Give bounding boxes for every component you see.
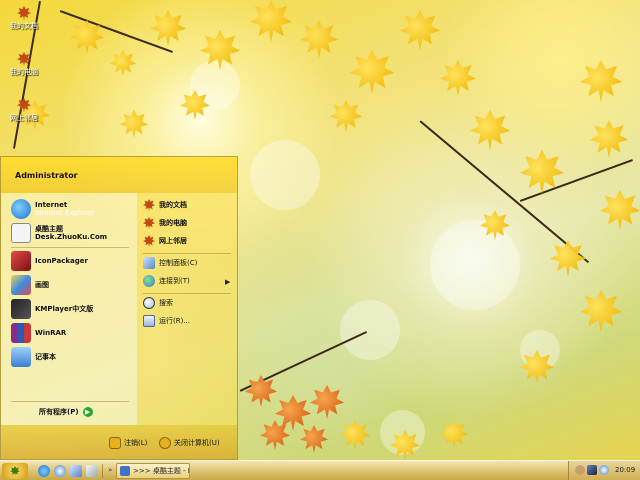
taskbar-separator	[102, 464, 103, 478]
connect-to-chevron-icon: ▶	[225, 278, 231, 286]
start-menu-programs-pane: Internet Internet Explorer 桌酷主题 Desk.Zhu…	[1, 193, 137, 425]
tool-search[interactable]: 搜索	[143, 297, 173, 309]
pinned-divider	[11, 247, 129, 248]
start-menu-footer: 注销(L) 关闭计算机(U)	[1, 425, 237, 459]
tray-network-icon[interactable]	[587, 465, 597, 475]
system-connect-to[interactable]: 连接到(T)	[143, 275, 190, 287]
place-network-places[interactable]: 网上邻居	[143, 235, 187, 247]
tray-volume-icon[interactable]	[599, 465, 609, 475]
pinned-internet[interactable]: Internet Internet Explorer	[11, 199, 94, 219]
control-panel-icon	[143, 257, 155, 269]
system-tray: 20:09	[568, 461, 640, 480]
quicklaunch-chevron[interactable]: »	[108, 466, 112, 474]
recent-paint[interactable]: 画图	[11, 275, 49, 295]
arrow-right-icon: ▶	[82, 407, 93, 417]
start-leaf-icon	[10, 466, 20, 476]
search-icon	[143, 297, 155, 309]
desktop-icon-my-computer[interactable]: 我的电脑	[4, 52, 44, 77]
recent-kmplayer[interactable]: KMPlayer中文版	[11, 299, 93, 319]
all-programs-button[interactable]: 所有程序(P) ▶	[39, 407, 93, 417]
start-menu: Administrator Internet Internet Explorer…	[0, 156, 238, 460]
my-documents-icon	[143, 199, 155, 211]
desktop-icon-my-documents[interactable]: 我的文档	[4, 6, 44, 31]
window-icon	[120, 466, 130, 476]
paint-icon	[11, 275, 31, 295]
network-places-icon	[143, 235, 155, 247]
network-places-icon	[17, 98, 31, 112]
recent-iconpackager[interactable]: IconPackager	[11, 251, 88, 271]
internet-explorer-icon	[11, 199, 31, 219]
power-icon	[159, 437, 171, 449]
taskbar-task-button[interactable]: >>> 桌酷主题 - Mic...	[116, 463, 190, 479]
quicklaunch-ie-icon[interactable]	[38, 465, 50, 477]
tool-run[interactable]: 运行(R)...	[143, 315, 190, 327]
quicklaunch-media-icon[interactable]	[54, 465, 66, 477]
notepad-icon	[11, 347, 31, 367]
system-control-panel[interactable]: 控制面板(C)	[143, 257, 197, 269]
desktop-icon-network-places[interactable]: 网上邻居	[4, 98, 44, 123]
all-programs-divider	[11, 401, 129, 402]
winrar-icon	[11, 323, 31, 343]
quicklaunch-desktop-icon[interactable]	[70, 465, 82, 477]
zhuoku-theme-icon	[11, 223, 31, 243]
iconpackager-icon	[11, 251, 31, 271]
recent-winrar[interactable]: WinRAR	[11, 323, 66, 343]
start-menu-header: Administrator	[1, 157, 237, 193]
logoff-icon	[109, 437, 121, 449]
logoff-button[interactable]: 注销(L)	[109, 437, 147, 449]
start-button[interactable]	[2, 463, 28, 479]
my-documents-icon	[17, 6, 31, 20]
clock[interactable]: 20:09	[615, 466, 635, 474]
taskbar: » >>> 桌酷主题 - Mic... 20:09	[0, 460, 640, 480]
start-menu-places-pane: 我的文档 我的电脑 网上邻居 控制面板(C) 连接到(T) ▶ 搜索 运行(R)…	[137, 193, 237, 425]
run-icon	[143, 315, 155, 327]
recent-notepad[interactable]: 记事本	[11, 347, 56, 367]
my-computer-icon	[17, 52, 31, 66]
quicklaunch-folder-icon[interactable]	[86, 465, 98, 477]
place-my-documents[interactable]: 我的文档	[143, 199, 187, 211]
my-computer-icon	[143, 217, 155, 229]
connect-to-icon	[143, 275, 155, 287]
tray-user-icon[interactable]	[575, 465, 585, 475]
places-divider	[143, 253, 231, 254]
kmplayer-icon	[11, 299, 31, 319]
user-name: Administrator	[15, 171, 78, 180]
shutdown-button[interactable]: 关闭计算机(U)	[159, 437, 220, 449]
system-divider	[143, 293, 231, 294]
pinned-zhuoku-theme[interactable]: 桌酷主题 Desk.ZhuoKu.Com	[11, 223, 107, 243]
place-my-computer[interactable]: 我的电脑	[143, 217, 187, 229]
